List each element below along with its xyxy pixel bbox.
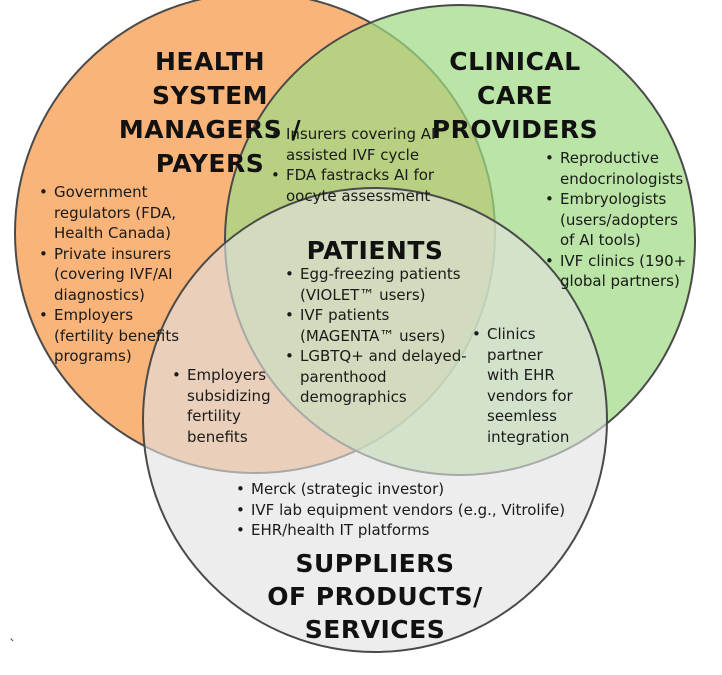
patients-list: Egg-freezing patients (VIOLET™ users) IV… (282, 264, 482, 408)
stray-mark: ` (9, 638, 16, 654)
health-system-item: Employers (fertility benefits programs) (36, 305, 216, 367)
health-suppliers-overlap-list: Employers subsidizing fertility benefits (169, 365, 279, 447)
clinical-suppliers-overlap-list: Clinics partner with EHR vendors for see… (469, 324, 584, 447)
health-system-item: Private insurers (covering IVF/AI diagno… (36, 244, 216, 306)
clinical-care-item: Reproductive endocrinologists (542, 148, 702, 189)
clinical-care-item: Embryologists (users/adopters of AI tool… (542, 189, 702, 251)
clinical-care-item: IVF clinics (190+ global partners) (542, 251, 702, 292)
patients-item: Egg-freezing patients (VIOLET™ users) (282, 264, 482, 305)
venn-diagram: HEALTH SYSTEM MANAGERS / PAYERS CLINICAL… (0, 0, 722, 675)
health-suppliers-overlap-item: Employers subsidizing fertility benefits (169, 365, 279, 447)
suppliers-item: Merck (strategic investor) (233, 479, 573, 500)
health-system-item: Government regulators (FDA, Health Canad… (36, 182, 216, 244)
suppliers-item: IVF lab equipment vendors (e.g., Vitroli… (233, 500, 573, 521)
patients-title: PATIENTS (306, 236, 444, 265)
suppliers-list: Merck (strategic investor) IVF lab equip… (233, 479, 573, 541)
suppliers-title: SUPPLIERS OF PRODUCTS/ SERVICES (267, 549, 483, 644)
clinical-suppliers-overlap-item: Clinics partner with EHR vendors for see… (469, 324, 584, 447)
patients-item: IVF patients (MAGENTA™ users) (282, 305, 482, 346)
health-clinical-overlap-item: Insurers covering AI assisted IVF cycle (268, 124, 468, 165)
suppliers-item: EHR/health IT platforms (233, 520, 573, 541)
health-system-list: Government regulators (FDA, Health Canad… (36, 182, 216, 367)
health-clinical-overlap-list: Insurers covering AI assisted IVF cycle … (268, 124, 468, 206)
health-clinical-overlap-item: FDA fastracks AI for oocyte assessment (268, 165, 468, 206)
clinical-care-list: Reproductive endocrinologists Embryologi… (542, 148, 702, 292)
patients-item: LGBTQ+ and delayed- parenthood demograph… (282, 346, 482, 408)
